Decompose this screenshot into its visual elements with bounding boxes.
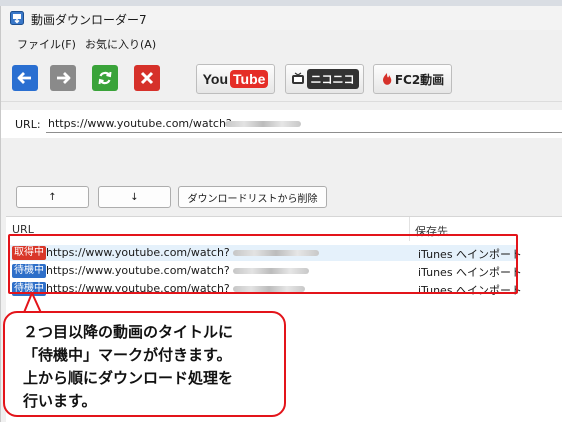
fc2-button[interactable]: FC2動画 bbox=[373, 64, 452, 94]
refresh-button[interactable] bbox=[92, 65, 118, 91]
toolbar: You Tube ニコニコ FC2動画 bbox=[1, 58, 562, 98]
callout-line: ２つ目以降の動画のタイトルに bbox=[23, 323, 234, 341]
callout-line: 上から順にダウンロード処理を bbox=[23, 369, 234, 387]
niconico-button[interactable]: ニコニコ bbox=[285, 64, 364, 94]
callout-line: 行います。 bbox=[23, 392, 97, 410]
youtube-button[interactable]: You Tube bbox=[196, 64, 275, 94]
refresh-icon bbox=[98, 71, 112, 85]
app-icon bbox=[10, 11, 24, 25]
back-arrow-icon bbox=[17, 72, 31, 84]
fc2-label: FC2動画 bbox=[394, 72, 445, 87]
forward-button[interactable] bbox=[50, 65, 76, 91]
menu-favorites[interactable]: お気に入り(A) bbox=[85, 36, 156, 52]
annotation-callout: ２つ目以降の動画のタイトルに 「待機中」マークが付きます。 上から順にダウンロー… bbox=[3, 311, 286, 417]
title-bar: 動画ダウンローダー7 bbox=[1, 6, 562, 30]
fc2-logo-icon bbox=[382, 73, 392, 85]
remove-from-list-button[interactable]: ダウンロードリストから削除 bbox=[178, 186, 327, 208]
callout-line: 「待機中」マークが付きます。 bbox=[23, 346, 232, 364]
window-title: 動画ダウンローダー7 bbox=[31, 13, 147, 27]
tv-icon bbox=[291, 72, 304, 84]
menu-bar: ファイル(F) お気に入り(A) bbox=[1, 34, 562, 52]
stop-icon bbox=[140, 71, 154, 85]
niconico-label: ニコニコ bbox=[306, 69, 359, 89]
divider bbox=[1, 101, 562, 102]
url-row: URL: bbox=[1, 110, 562, 138]
forward-arrow-icon bbox=[57, 72, 71, 84]
back-button[interactable] bbox=[12, 65, 38, 91]
youtube-tube: Tube bbox=[230, 70, 269, 88]
move-up-button[interactable]: ↑ bbox=[16, 186, 89, 208]
youtube-you: You bbox=[202, 71, 228, 87]
menu-file[interactable]: ファイル(F) bbox=[17, 36, 76, 52]
move-down-button[interactable]: ↓ bbox=[98, 186, 171, 208]
url-redacted bbox=[225, 121, 301, 127]
stop-button[interactable] bbox=[134, 65, 160, 91]
url-input[interactable] bbox=[46, 114, 562, 133]
highlight-box bbox=[8, 234, 518, 294]
url-label: URL: bbox=[15, 118, 41, 131]
